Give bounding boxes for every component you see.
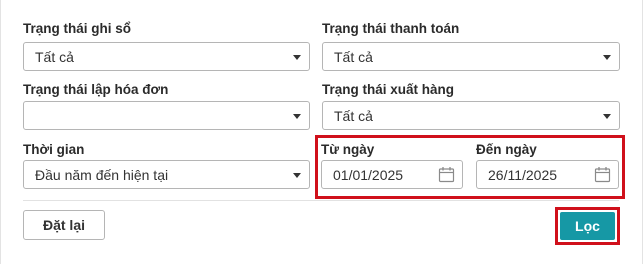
period-label: Thời gian: [23, 142, 85, 157]
invoice-status-label: Trạng thái lập hóa đơn: [23, 82, 169, 97]
chevron-down-icon: [603, 114, 611, 119]
shipping-status-value: Tất cả: [334, 108, 373, 124]
shipping-status-select[interactable]: Tất cả: [322, 101, 620, 130]
shipping-status-label: Trạng thái xuất hàng: [322, 82, 455, 97]
reset-button[interactable]: Đặt lại: [23, 210, 105, 240]
footer-divider: [23, 200, 619, 201]
chevron-down-icon: [293, 173, 301, 178]
payment-status-label: Trạng thái thanh toán: [322, 21, 460, 36]
posting-status-value: Tất cả: [35, 49, 74, 65]
posting-status-label: Trạng thái ghi sổ: [23, 21, 132, 36]
payment-status-value: Tất cả: [334, 49, 373, 65]
panel-left-border: [0, 0, 1, 264]
payment-status-select[interactable]: Tất cả: [322, 42, 620, 71]
posting-status-select[interactable]: Tất cả: [23, 42, 310, 71]
filter-button[interactable]: Lọc: [560, 212, 615, 240]
date-range-highlight: [315, 135, 625, 199]
invoice-status-select[interactable]: [23, 101, 310, 130]
period-value: Đầu năm đến hiện tại: [35, 167, 169, 183]
filter-panel: Trạng thái ghi sổ Tất cả Trạng thái than…: [0, 0, 643, 264]
period-select[interactable]: Đầu năm đến hiện tại: [23, 160, 310, 189]
chevron-down-icon: [293, 55, 301, 60]
chevron-down-icon: [293, 114, 301, 119]
chevron-down-icon: [603, 55, 611, 60]
